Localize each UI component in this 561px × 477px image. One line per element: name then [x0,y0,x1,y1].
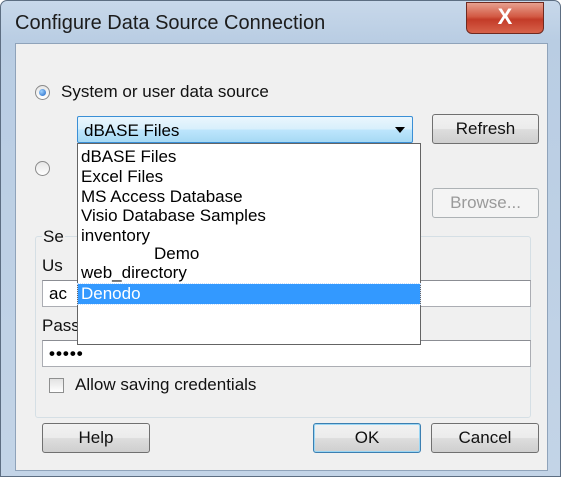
window-title: Configure Data Source Connection [15,12,326,34]
dropdown-item-inventory[interactable]: inventory [78,226,420,246]
allow-saving-credentials-checkbox[interactable] [49,378,64,393]
close-button[interactable]: X [466,2,544,34]
combobox-selected-value: dBASE Files [84,121,180,140]
data-source-dropdown-list[interactable]: dBASE Files Excel Files MS Access Databa… [77,143,421,345]
close-icon: X [497,4,513,29]
dropdown-item-visio-database-samples[interactable]: Visio Database Samples [78,206,420,226]
username-value: ac [49,284,67,303]
dialog-client-area: System or user data source dBASE Files R… [15,43,548,471]
dropdown-item-ms-access-database[interactable]: MS Access Database [78,187,420,207]
help-button[interactable]: Help [42,423,150,453]
system-data-source-label: System or user data source [61,82,269,101]
credentials-group-title: Se [42,227,65,247]
title-bar[interactable]: Configure Data Source Connection X [1,1,560,41]
password-value: ••••• [49,344,84,363]
cancel-button[interactable]: Cancel [431,423,539,453]
file-data-source-radio[interactable] [35,161,50,176]
system-data-source-radio[interactable] [35,85,50,100]
dropdown-item-web-directory[interactable]: web_directory [78,263,420,283]
chevron-down-icon[interactable] [395,127,405,133]
browse-button[interactable]: Browse... [432,188,539,218]
ok-button[interactable]: OK [313,423,421,453]
dropdown-item-demo[interactable]: Demo [78,244,420,264]
data-source-combobox[interactable]: dBASE Files [77,116,413,143]
username-label: Us [42,256,63,275]
refresh-button[interactable]: Refresh [432,114,539,144]
dialog-window: Configure Data Source Connection X Syste… [0,0,561,477]
allow-saving-credentials-label: Allow saving credentials [75,375,257,394]
dropdown-item-dbase-files[interactable]: dBASE Files [78,147,420,167]
dropdown-item-excel-files[interactable]: Excel Files [78,167,420,187]
dropdown-item-denodo[interactable]: Denodo [77,283,421,305]
radio-selected-dot-icon [39,89,46,96]
